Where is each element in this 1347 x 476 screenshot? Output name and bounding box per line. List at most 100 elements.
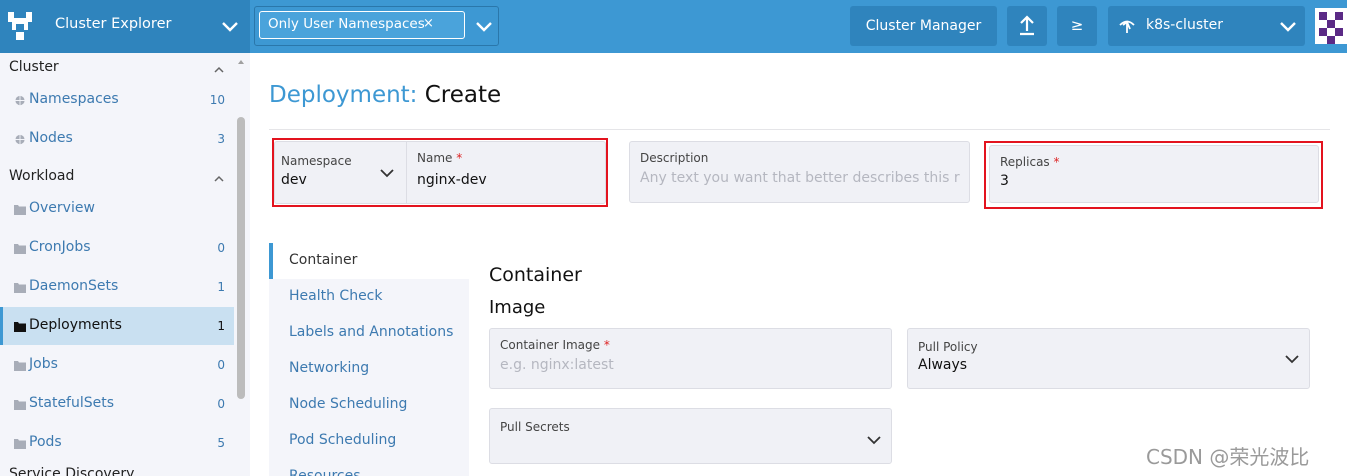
- page-title-resource[interactable]: Deployment:: [269, 82, 417, 108]
- sidebar-item-count: 1: [217, 280, 225, 294]
- tab-label: Labels and Annotations: [289, 324, 454, 340]
- sidebar-item-label: CronJobs: [29, 239, 91, 255]
- chip-remove-icon[interactable]: ×: [423, 16, 434, 31]
- active-tab-indicator: [269, 243, 273, 279]
- sidebar-group-cluster[interactable]: Cluster: [9, 59, 59, 75]
- scroll-up-arrow-icon[interactable]: [237, 58, 245, 66]
- tab-networking[interactable]: Networking: [269, 351, 469, 387]
- container-image-input[interactable]: Container Image * e.g. nginx:latest: [489, 328, 892, 389]
- app-title: Cluster Explorer: [55, 16, 172, 32]
- folder-icon: [14, 283, 26, 293]
- sidebar-item-count: 0: [217, 358, 225, 372]
- tab-label: Container: [289, 252, 358, 268]
- sidebar-item-count: 10: [209, 93, 225, 107]
- tab-pod-scheduling[interactable]: Pod Scheduling: [269, 423, 469, 459]
- tab-container[interactable]: Container: [269, 243, 469, 279]
- sidebar-item-count: 0: [217, 397, 225, 411]
- tab-label: Networking: [289, 360, 370, 376]
- avatar-pattern-icon: [1319, 12, 1343, 44]
- chevron-down-icon[interactable]: [474, 16, 494, 36]
- sidebar-item-daemonsets[interactable]: DaemonSets 1: [0, 268, 234, 306]
- sidebar-item-cronjobs[interactable]: CronJobs 0: [0, 229, 234, 267]
- section-heading-container: Container: [489, 264, 582, 286]
- sidebar-group-workload[interactable]: Workload: [9, 168, 74, 184]
- namespace-chip: Only User Namespaces ×: [259, 11, 465, 39]
- pull-policy-value: Always: [918, 357, 968, 373]
- cluster-icon: [1119, 20, 1135, 33]
- folder-icon: [14, 322, 26, 332]
- sidebar-group-service-discovery[interactable]: Service Discovery: [9, 466, 134, 476]
- sidebar-item-namespaces[interactable]: Namespaces 10: [0, 81, 234, 119]
- tab-list: Container Health Check Labels and Annota…: [269, 243, 469, 476]
- required-marker: *: [603, 338, 610, 352]
- container-image-label: Container Image *: [500, 338, 610, 352]
- cluster-manager-button[interactable]: Cluster Manager: [850, 6, 997, 46]
- pull-secrets-select[interactable]: Pull Secrets: [489, 408, 892, 464]
- sidebar-item-label: Nodes: [29, 130, 73, 146]
- chevron-up-icon[interactable]: [213, 173, 225, 185]
- globe-icon: [15, 134, 25, 145]
- top-header: Cluster Explorer Only User Namespaces × …: [0, 0, 1347, 53]
- sidebar-item-count: 5: [217, 436, 225, 450]
- pull-policy-label: Pull Policy: [918, 340, 978, 354]
- folder-icon: [14, 439, 26, 449]
- watermark: CSDN @荣光波比: [1146, 445, 1310, 469]
- sidebar-item-label: DaemonSets: [29, 278, 119, 294]
- tab-health-check[interactable]: Health Check: [269, 279, 469, 315]
- container-image-placeholder: e.g. nginx:latest: [500, 357, 614, 373]
- kubectl-shell-button[interactable]: ≥: [1057, 6, 1097, 46]
- sidebar-item-count: 0: [217, 241, 225, 255]
- highlight-box: [984, 141, 1323, 209]
- description-label: Description: [640, 151, 709, 165]
- namespace-chip-label: Only User Namespaces: [268, 16, 425, 32]
- sidebar-scrollbar-thumb[interactable]: [237, 117, 245, 399]
- highlight-box: [272, 138, 608, 207]
- sidebar-item-label: Namespaces: [29, 91, 119, 107]
- folder-icon: [14, 244, 26, 254]
- pull-secrets-label: Pull Secrets: [500, 420, 570, 434]
- sidebar-item-jobs[interactable]: Jobs 0: [0, 346, 234, 384]
- chevron-down-icon: [867, 436, 881, 445]
- sidebar-item-statefulsets[interactable]: StatefulSets 0: [0, 385, 234, 423]
- sidebar-item-label: Overview: [29, 200, 95, 216]
- cluster-name: k8s-cluster: [1146, 17, 1223, 33]
- tab-label: Pod Scheduling: [289, 432, 397, 448]
- tab-resources[interactable]: Resources: [269, 459, 469, 476]
- sidebar-item-deployments[interactable]: Deployments 1: [0, 307, 234, 345]
- tab-label: Health Check: [289, 288, 383, 304]
- folder-icon: [14, 205, 26, 215]
- sidebar-item-label: Pods: [29, 434, 62, 450]
- description-placeholder: Any text you want that better describes …: [640, 170, 960, 186]
- chevron-down-icon[interactable]: [1278, 16, 1298, 36]
- sidebar-item-pods[interactable]: Pods 5: [0, 424, 234, 462]
- globe-icon: [15, 95, 25, 106]
- tab-node-scheduling[interactable]: Node Scheduling: [269, 387, 469, 423]
- upload-yaml-button[interactable]: [1007, 6, 1047, 46]
- page-title: Deployment: Create: [269, 82, 501, 108]
- terminal-icon: ≥: [1070, 16, 1084, 34]
- tab-label: Resources: [289, 468, 361, 476]
- sidebar-item-label: Deployments: [29, 317, 122, 333]
- rancher-logo-icon: [8, 12, 32, 40]
- chevron-up-icon[interactable]: [213, 64, 225, 76]
- active-indicator: [0, 307, 3, 345]
- container-image-label-text: Container Image: [500, 338, 601, 352]
- description-input[interactable]: Description Any text you want that bette…: [629, 141, 970, 203]
- pull-policy-select[interactable]: Pull Policy Always: [907, 328, 1310, 389]
- section-heading-image: Image: [489, 297, 546, 318]
- sidebar-item-label: Jobs: [29, 356, 58, 372]
- cluster-selector[interactable]: k8s-cluster: [1108, 6, 1305, 46]
- sidebar-item-overview[interactable]: Overview: [0, 190, 234, 228]
- sidebar-item-count: 3: [217, 132, 225, 146]
- cluster-explorer-menu[interactable]: Cluster Explorer: [0, 0, 250, 53]
- sidebar-item-count: 1: [217, 319, 225, 333]
- chevron-down-icon[interactable]: [220, 16, 240, 36]
- sidebar-item-nodes[interactable]: Nodes 3: [0, 120, 234, 158]
- divider: [269, 129, 1330, 130]
- user-avatar[interactable]: [1315, 8, 1347, 44]
- tab-labels-and-annotations[interactable]: Labels and Annotations: [269, 315, 469, 351]
- folder-icon: [14, 361, 26, 371]
- upload-icon: [1020, 15, 1034, 36]
- folder-icon: [14, 400, 26, 410]
- page-title-action: Create: [424, 82, 502, 108]
